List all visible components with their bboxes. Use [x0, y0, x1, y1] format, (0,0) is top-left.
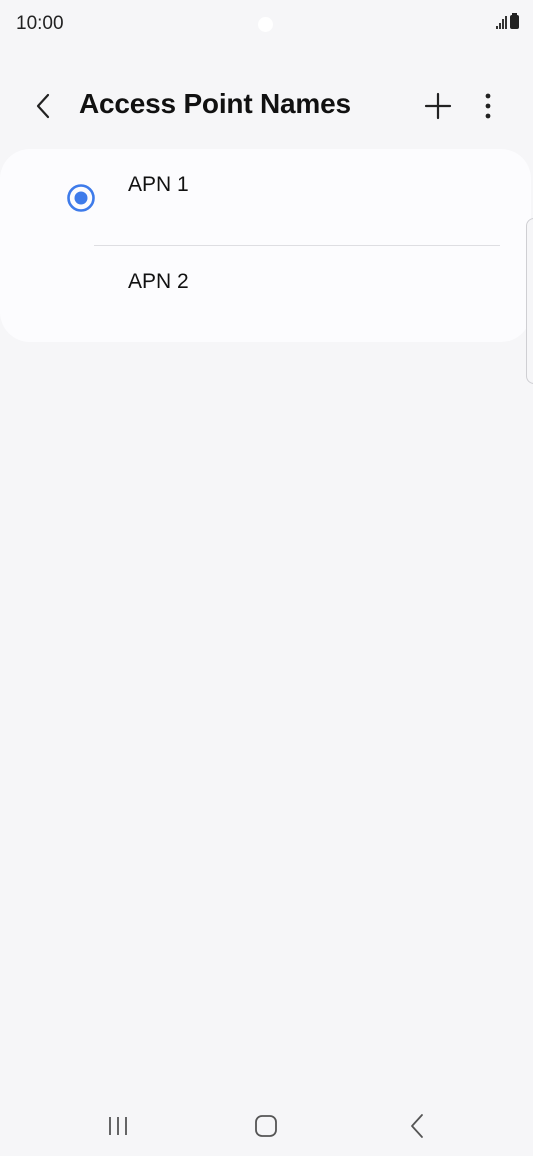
home-button[interactable] [246, 1106, 286, 1146]
home-icon [255, 1115, 277, 1137]
add-apn-button[interactable] [418, 86, 458, 126]
recents-button[interactable] [98, 1106, 138, 1146]
chevron-left-icon [36, 93, 50, 119]
status-icons [496, 13, 519, 29]
status-bar: 10:00 [0, 0, 533, 50]
recents-icon [109, 1117, 127, 1135]
back-button[interactable] [24, 86, 64, 126]
apn-item[interactable]: APN 1 [0, 149, 531, 246]
plus-icon [424, 92, 452, 120]
apn-label: APN 2 [128, 270, 189, 293]
status-time: 10:00 [16, 13, 64, 34]
battery-icon [510, 13, 519, 29]
radio-checked-icon [67, 184, 95, 212]
app-bar: Access Point Names [0, 74, 533, 136]
more-options-button[interactable] [468, 86, 508, 126]
signal-icon [496, 15, 507, 29]
back-icon [411, 1114, 423, 1138]
page-title: Access Point Names [79, 88, 351, 119]
apn-label: APN 1 [128, 173, 189, 196]
radio-button-selected[interactable] [66, 183, 96, 213]
apn-list: APN 1 APN 2 [0, 149, 531, 342]
scroll-handle[interactable] [526, 218, 533, 384]
apn-item[interactable]: APN 2 [0, 246, 531, 342]
camera-cutout [258, 17, 273, 32]
nav-back-button[interactable] [397, 1106, 437, 1146]
navigation-bar [0, 1096, 533, 1156]
more-vertical-icon [485, 93, 491, 119]
